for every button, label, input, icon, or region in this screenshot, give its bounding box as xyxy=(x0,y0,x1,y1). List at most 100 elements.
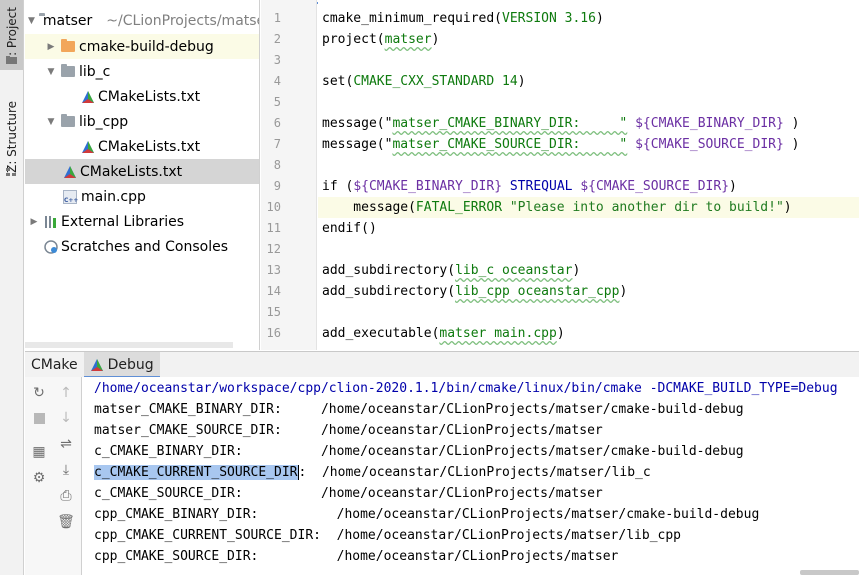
code-token: ${CMAKE_BINARY_DIR} xyxy=(353,179,503,194)
line-number: 11 xyxy=(266,221,281,235)
tree-item-root[interactable]: ▼ matser ~/CLionProjects/matser xyxy=(25,8,259,33)
tab-cmake[interactable]: CMake xyxy=(25,352,84,378)
arrow-down-icon[interactable]: ↓ xyxy=(58,410,74,426)
code-line: add_subdirectory(lib_c oceanstar) xyxy=(318,260,859,281)
reload-icon[interactable]: ↻ xyxy=(31,385,47,401)
line-number: 4 xyxy=(273,74,281,88)
console-line: /home/oceanstar/workspace/cpp/clion-2020… xyxy=(94,381,838,396)
print-icon[interactable]: ⎙ xyxy=(58,488,74,504)
chevron-down-icon[interactable]: ▼ xyxy=(28,15,35,27)
line-number: 9 xyxy=(273,179,281,193)
code-token: lib_c oceanstar xyxy=(455,263,573,278)
code-token: CMAKE_CXX_STANDARD 14 xyxy=(353,74,518,89)
code-token: ) xyxy=(572,263,581,278)
code-token: ${CMAKE_SOURCE_DIR} xyxy=(627,137,784,152)
console-line: c_CMAKE_BINARY_DIR: /home/oceanstar/CLio… xyxy=(94,444,744,459)
arrow-up-icon[interactable]: ↑ xyxy=(58,385,74,401)
scroll-to-end-icon[interactable]: ⤓ xyxy=(58,462,74,478)
code-token: matser_CMAKE_BINARY_DIR: " xyxy=(392,116,628,131)
gear-icon[interactable]: ⚙ xyxy=(31,470,47,486)
line-number: 13 xyxy=(266,263,281,277)
code-token: ) xyxy=(729,179,737,194)
tree-item-label: CMakeLists.txt xyxy=(80,163,183,180)
console-line-rest: : /home/oceanstar/CLionProjects/matser/l… xyxy=(298,465,651,480)
tree-item-main-cpp[interactable]: main.cpp xyxy=(25,184,259,209)
code-token: set( xyxy=(322,74,354,89)
code-token: add_subdirectory( xyxy=(322,263,456,278)
cmake-icon xyxy=(90,358,103,371)
folder-icon xyxy=(61,64,75,77)
tree-item-lib-c[interactable]: ▼ lib_c xyxy=(25,59,259,84)
scratches-icon xyxy=(44,239,58,254)
folder-icon xyxy=(61,39,75,52)
tab-label: Debug xyxy=(107,356,154,373)
tree-item-cmake-build-debug[interactable]: ▶ cmake-build-debug xyxy=(25,34,259,59)
horizontal-scrollbar[interactable] xyxy=(25,342,233,348)
code-line: endif() xyxy=(318,218,859,239)
cmake-icon xyxy=(82,90,94,103)
code-token: matser_CMAKE_SOURCE_DIR: " xyxy=(392,137,628,152)
line-number: 16 xyxy=(266,326,281,340)
code-line: if (${CMAKE_BINARY_DIR} STREQUAL ${CMAKE… xyxy=(318,176,859,197)
tree-item-scratches[interactable]: Scratches and Consoles xyxy=(25,234,259,259)
console-line: cpp_CMAKE_BINARY_DIR: /home/oceanstar/CL… xyxy=(94,507,760,522)
console-toolbar: ↻ ↑ ↓ ⇌ ▦ ⤓ ⚙ ⎙ 🗑 xyxy=(25,377,82,575)
code-token: add_subdirectory( xyxy=(322,284,456,299)
folder-icon xyxy=(61,114,75,127)
code-line: project(matser) xyxy=(318,29,859,50)
console-scrollbar[interactable] xyxy=(800,570,859,575)
tree-item-label: lib_cpp xyxy=(79,113,129,130)
line-number: 8 xyxy=(273,158,281,172)
code-line: message("matser_CMAKE_BINARY_DIR: " ${CM… xyxy=(318,113,859,134)
chevron-down-icon[interactable]: ▼ xyxy=(45,66,57,78)
code-token: lib_cpp oceanstar_cpp xyxy=(455,284,620,299)
line-number: 3 xyxy=(273,53,281,67)
tree-item-lib-c-cmakelists[interactable]: CMakeLists.txt xyxy=(25,84,259,109)
line-number: 1 xyxy=(273,11,281,25)
code-token: ) xyxy=(595,11,604,26)
tree-item-lib-cpp-cmakelists[interactable]: CMakeLists.txt xyxy=(25,134,259,159)
tree-item-label: cmake-build-debug xyxy=(79,38,214,55)
code-line: add_subdirectory(lib_cpp oceanstar_cpp) xyxy=(318,281,859,302)
code-token: message( xyxy=(322,200,416,215)
code-line: cmake_minimum_required(VERSION 3.16) xyxy=(318,8,859,29)
tool-tab-project-label: 1: Project xyxy=(4,6,19,64)
cpp-file-icon xyxy=(63,189,78,204)
console-line: c_CMAKE_CURRENT_SOURCE_DIR: /home/oceans… xyxy=(94,462,651,483)
tree-item-external-libraries[interactable]: ▶ External Libraries xyxy=(25,209,259,234)
code-token: STREQUAL xyxy=(502,179,581,194)
tool-window-strip: 1: Project Z: Structure xyxy=(0,0,24,575)
chevron-right-icon[interactable]: ▶ xyxy=(28,216,40,228)
console-output[interactable]: /home/oceanstar/workspace/cpp/clion-2020… xyxy=(83,377,859,575)
trash-icon[interactable]: 🗑 xyxy=(57,514,75,530)
code-token: message(" xyxy=(322,116,393,131)
console-line: matser_CMAKE_BINARY_DIR: /home/oceanstar… xyxy=(94,402,744,417)
tab-debug[interactable]: Debug xyxy=(83,351,160,378)
tree-item-lib-cpp[interactable]: ▼ lib_cpp xyxy=(25,109,259,134)
chevron-right-icon[interactable]: ▶ xyxy=(45,41,57,53)
code-token: ${CMAKE_SOURCE_DIR} xyxy=(580,179,730,194)
console-line: cpp_CMAKE_CURRENT_SOURCE_DIR: /home/ocea… xyxy=(94,528,681,543)
code-token: ) xyxy=(517,74,526,89)
soft-wrap-icon[interactable]: ⇌ xyxy=(58,436,74,452)
code-token: matser xyxy=(384,32,432,47)
tree-item-root-cmakelists[interactable]: CMakeLists.txt xyxy=(25,159,259,184)
code-token: ) xyxy=(783,200,792,215)
tree-item-label: Scratches and Consoles xyxy=(61,238,228,255)
tab-label: CMake xyxy=(31,356,78,373)
code-token: project( xyxy=(322,32,385,47)
code-editor[interactable]: cmake_minimum_required(VERSION 3.16) proj… xyxy=(318,0,859,350)
code-token: matser main.cpp xyxy=(439,326,557,341)
stop-icon[interactable] xyxy=(31,410,47,426)
code-token: ) xyxy=(619,284,628,299)
tree-root-label: matser xyxy=(42,12,93,29)
tree-item-label: lib_c xyxy=(79,63,111,80)
chevron-down-icon[interactable]: ▼ xyxy=(45,116,57,128)
cleanup-icon[interactable]: ▦ xyxy=(31,444,47,460)
editor-gutter: 1 2 3 4 5 6 7 8 9 10 11 12 13 14 15 16 xyxy=(261,0,317,350)
code-token: message(" xyxy=(322,137,393,152)
